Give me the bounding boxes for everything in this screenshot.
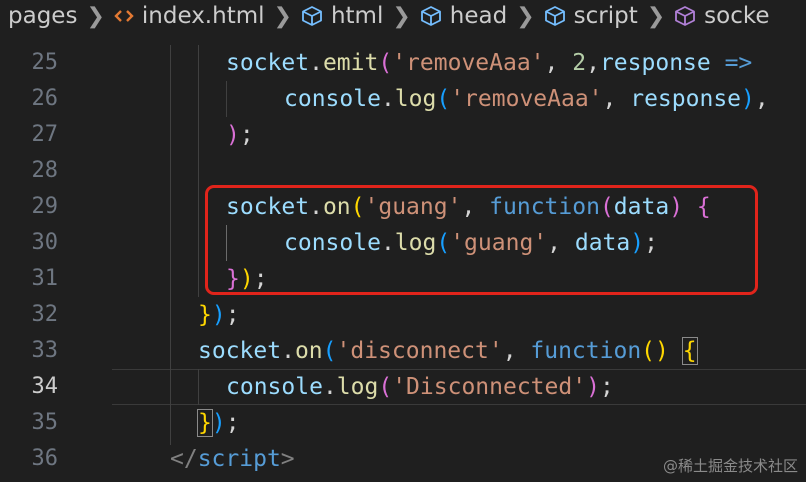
breadcrumb-item-html[interactable]: html xyxy=(301,3,383,29)
breadcrumb-label: head xyxy=(449,3,508,29)
chevron-right-icon: ❯ xyxy=(273,3,292,29)
breadcrumb-label: html xyxy=(330,3,384,29)
code-line: 25 socket.emit('removeAaa', 2,response =… xyxy=(0,45,806,81)
line-number: 34 xyxy=(31,374,59,399)
line-number: 32 xyxy=(31,302,59,327)
breadcrumb-label: pages xyxy=(8,3,78,29)
breadcrumb-label: socke xyxy=(704,3,770,29)
element-cube-icon xyxy=(544,5,566,27)
breadcrumb-item-head[interactable]: head xyxy=(420,3,507,29)
code-text: socket.emit('removeAaa', 2,response => xyxy=(226,50,753,76)
code-text: }); xyxy=(197,409,240,437)
code-editor[interactable]: 25 socket.emit('removeAaa', 2,response =… xyxy=(0,45,806,482)
chevron-right-icon: ❯ xyxy=(516,3,535,29)
code-text: console.log('Disconnected'); xyxy=(226,374,614,400)
element-cube-icon xyxy=(420,5,442,27)
line-number: 33 xyxy=(31,338,59,363)
code-text: </script> xyxy=(170,446,295,472)
chevron-right-icon: ❯ xyxy=(392,3,411,29)
breadcrumb-item-socket[interactable]: socke xyxy=(674,3,770,29)
breadcrumb-label: index.html xyxy=(141,3,265,29)
breadcrumb: pages ❯ index.html ❯ html ❯ head ❯ scrip… xyxy=(0,0,806,32)
code-line-active: 34 console.log('Disconnected'); xyxy=(0,369,806,405)
code-text: console.log('removeAaa', response), xyxy=(284,86,769,112)
matched-bracket: { xyxy=(681,337,698,365)
code-text: }); xyxy=(198,302,240,328)
chevron-right-icon: ❯ xyxy=(86,3,105,29)
line-number: 36 xyxy=(31,446,59,471)
line-number: 29 xyxy=(31,194,59,219)
code-line: 26 console.log('removeAaa', response), xyxy=(0,81,806,117)
breadcrumb-item-index-html[interactable]: index.html xyxy=(114,3,265,29)
breadcrumb-item-script[interactable]: script xyxy=(544,3,638,29)
line-number: 25 xyxy=(31,50,59,75)
annotation-highlight-box xyxy=(205,185,758,295)
code-text: socket.on('disconnect', function() { xyxy=(198,337,698,365)
element-cube-icon xyxy=(301,5,323,27)
watermark: @稀土掘金技术社区 xyxy=(662,457,798,475)
element-cube-icon xyxy=(674,5,696,27)
line-number: 30 xyxy=(31,230,59,255)
chevron-right-icon: ❯ xyxy=(646,3,666,29)
line-number: 28 xyxy=(31,158,59,183)
code-line: 27 ); xyxy=(0,117,806,153)
code-line: 33 socket.on('disconnect', function() { xyxy=(0,333,806,369)
html-file-icon xyxy=(114,8,134,24)
breadcrumb-label: script xyxy=(573,3,638,29)
line-number: 31 xyxy=(31,266,59,291)
line-number: 27 xyxy=(31,122,59,147)
breadcrumb-item-pages[interactable]: pages xyxy=(8,3,77,29)
matched-bracket: } xyxy=(197,409,213,437)
code-text: ); xyxy=(226,122,254,148)
code-line: 28 xyxy=(0,153,806,189)
code-line: 32 }); xyxy=(0,297,806,333)
code-line: 35 }); xyxy=(0,405,806,441)
line-number: 35 xyxy=(31,410,59,435)
line-number: 26 xyxy=(31,86,59,111)
